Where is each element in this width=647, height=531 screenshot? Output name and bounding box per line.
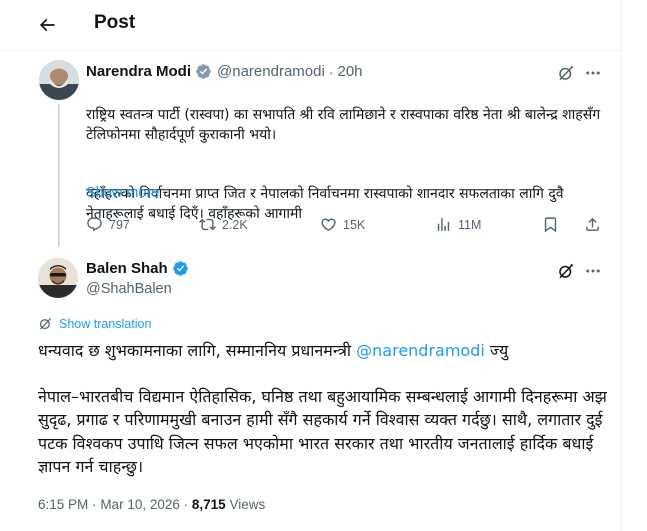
page-header: Post (0, 0, 622, 50)
post-time[interactable]: 6:15 PM (38, 497, 88, 512)
main-post-text: धन्यवाद छ शुभकामनाका लागि, सम्माननिय प्र… (38, 339, 608, 479)
repost-count: 2.2K (222, 217, 248, 232)
reply-button[interactable]: 797 (86, 216, 130, 233)
bookmark-icon (544, 217, 557, 233)
avatar-image (39, 60, 79, 100)
parent-post-text: राष्ट्रिय स्वतन्त्र पार्टी (रास्वपा) का … (86, 85, 611, 224)
post-time[interactable]: 20h (337, 63, 362, 80)
arrow-left-icon (39, 18, 55, 32)
separator: · (183, 497, 189, 512)
more-glyph (586, 71, 600, 75)
share-icon (586, 217, 599, 231)
scrollbar-track[interactable] (623, 0, 647, 531)
action-bar: 797 2.2K 15K 11M (86, 216, 606, 238)
like-button[interactable]: 15K (320, 216, 365, 233)
author-handle[interactable]: @narendramodi (217, 63, 325, 80)
parent-post-header: Narendra Modi @narendramodi · 20h (86, 63, 363, 80)
views-count: 8,715 (191, 497, 226, 512)
grok-icon[interactable] (556, 63, 576, 83)
grok-glyph (559, 65, 574, 81)
author-name[interactable]: Balen Shah (86, 260, 168, 277)
avatar[interactable] (38, 258, 78, 298)
para1-suffix: ज्यु (484, 341, 509, 360)
back-button[interactable] (30, 8, 64, 42)
views-button[interactable]: 11M (435, 216, 481, 233)
main-text-para1: धन्यवाद छ शुभकामनाका लागि, सम्माननिय प्र… (38, 339, 608, 363)
verified-badge-icon (196, 64, 211, 79)
author-name[interactable]: Narendra Modi (86, 63, 191, 80)
analytics-icon (437, 218, 450, 231)
verified-badge-icon (172, 261, 188, 276)
main-text-para2: नेपाल–भारतबीच विद्यमान ऐतिहासिक, घनिष्ठ … (38, 386, 607, 477)
mention-link[interactable]: @narendramodi (356, 341, 485, 360)
avatar-image (38, 258, 78, 298)
repost-icon (199, 218, 216, 231)
views-label: Views (229, 497, 266, 512)
repost-button[interactable]: 2.2K (199, 216, 248, 233)
views-count: 11M (458, 217, 482, 232)
grok-icon[interactable] (556, 261, 576, 281)
reply-icon (87, 217, 102, 232)
more-options-icon[interactable] (583, 261, 603, 281)
reply-count: 797 (109, 217, 130, 232)
post-metadata: 6:15 PM · Mar 10, 2026 · 8,715 Views (38, 497, 265, 512)
grok-glyph (559, 263, 574, 279)
post-date[interactable]: Mar 10, 2026 (100, 497, 180, 512)
share-button[interactable] (584, 216, 607, 233)
bookmark-button[interactable] (542, 216, 565, 233)
more-options-icon[interactable] (583, 63, 603, 83)
parent-text-para1: राष्ट्रिय स्वतन्त्र पार्टी (रास्वपा) का … (86, 107, 601, 143)
main-post-header: Balen Shah (86, 260, 189, 277)
heart-icon (321, 218, 336, 231)
post-page: Post Narendra Modi @narendramodi · 20h र… (0, 0, 622, 531)
show-translation-label: Show translation (59, 316, 152, 331)
separator: · (92, 497, 97, 512)
avatar[interactable] (39, 60, 79, 100)
separator: · (328, 63, 334, 80)
author-handle[interactable]: @ShahBalen (86, 281, 172, 297)
show-translation-button[interactable]: Show translation (38, 316, 151, 331)
more-glyph (586, 269, 600, 273)
para1-prefix: धन्यवाद छ शुभकामनाका लागि, सम्माननिय प्र… (38, 341, 357, 360)
page-title: Post (94, 12, 136, 33)
header-divider (0, 50, 622, 51)
show-more-link[interactable]: Show more (86, 185, 159, 201)
thread-line (58, 104, 60, 247)
like-count: 15K (343, 217, 366, 232)
translate-icon (39, 318, 51, 330)
